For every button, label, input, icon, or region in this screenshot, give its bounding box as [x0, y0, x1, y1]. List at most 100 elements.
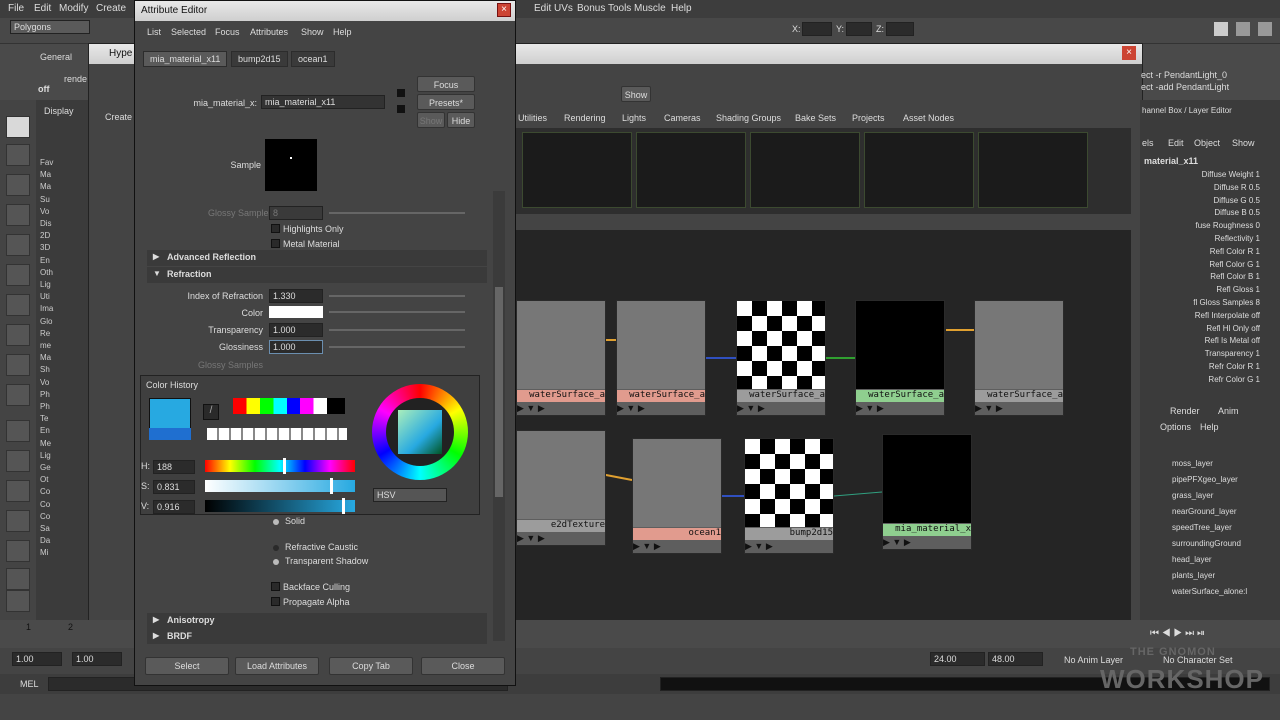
layer-tab-anim[interactable]: Anim [1218, 406, 1239, 416]
metal-material-checkbox[interactable] [271, 239, 280, 248]
shading-node[interactable]: waterSurface_a ▶ ▼ ▶ [736, 300, 826, 416]
ae-tab-ocean1[interactable]: ocean1 [291, 51, 335, 67]
create-bar-item[interactable]: Ge [40, 463, 51, 475]
single-pane-layout-icon[interactable] [6, 420, 30, 442]
create-bar-item[interactable]: Ima [40, 304, 53, 316]
soft-mod-tool-icon[interactable] [6, 324, 30, 346]
ae-output-connection-icon[interactable] [397, 105, 405, 113]
attribute-editor-toggle-icon[interactable] [1214, 22, 1228, 36]
ae-tab-bump2d15[interactable]: bump2d15 [231, 51, 288, 67]
create-bar-item[interactable]: Co [40, 512, 50, 524]
mode-select[interactable]: Polygons [10, 20, 90, 34]
create-bar-item[interactable]: Dis [40, 219, 52, 231]
glossiness-slider[interactable] [329, 346, 465, 348]
channel-box-attribute[interactable]: Diffuse B 0.5 [1140, 208, 1260, 220]
glossy-samples-slider[interactable] [329, 212, 465, 214]
ae-tab-mia-material[interactable]: mia_material_x11 [143, 51, 228, 67]
select-tool-icon[interactable] [6, 116, 30, 138]
anisotropy-section[interactable]: ▶ Anisotropy [147, 613, 487, 629]
shading-node[interactable]: bump2d15 ▶ ▼ ▶ [744, 438, 834, 554]
y-field[interactable] [846, 22, 872, 36]
ae-menu-attributes[interactable]: Attributes [250, 27, 288, 37]
ae-copy-tab-button[interactable]: Copy Tab [329, 657, 413, 675]
shelf-off-label[interactable]: off [38, 84, 50, 94]
channel-box-attribute[interactable]: Refl Interpolate off [1140, 311, 1260, 323]
channel-box-attribute[interactable]: fl Gloss Samples 8 [1140, 298, 1260, 310]
hypershade-create-tab[interactable]: Create [105, 112, 132, 122]
node-port-arrows[interactable]: ▶ ▼ ▶ [883, 537, 971, 549]
create-bar-item[interactable]: Co [40, 500, 50, 512]
ae-scrollbar-thumb[interactable] [495, 287, 503, 497]
transparency-slider[interactable] [329, 329, 465, 331]
tab-asset-nodes[interactable]: Asset Nodes [903, 113, 954, 123]
menu-edit[interactable]: Edit [34, 3, 51, 14]
shader-swatch[interactable] [978, 132, 1088, 208]
persp-graph-layout-icon[interactable] [6, 540, 30, 562]
glossiness-field[interactable]: 1.000 [269, 340, 323, 354]
menu-help[interactable]: Help [671, 3, 692, 14]
create-bar-item[interactable]: Ma [40, 170, 51, 182]
tab-utilities[interactable]: Utilities [518, 113, 547, 123]
lasso-tool-icon[interactable] [6, 144, 30, 166]
scale-tool-icon[interactable] [6, 264, 30, 286]
node-port-arrows[interactable]: ▶ ▼ ▶ [856, 403, 944, 415]
ae-load-attributes-button[interactable]: Load Attributes [235, 657, 319, 675]
channel-box-attribute[interactable]: Refl Color B 1 [1140, 272, 1260, 284]
v-field[interactable]: 0.916 [153, 500, 195, 514]
ae-input-connection-icon[interactable] [397, 89, 405, 97]
layer-menu-help[interactable]: Help [1200, 422, 1219, 432]
create-bar-item[interactable]: Ma [40, 353, 51, 365]
channel-box-attribute[interactable]: Diffuse G 0.5 [1140, 196, 1260, 208]
tab-projects[interactable]: Projects [852, 113, 885, 123]
shader-swatch[interactable] [864, 132, 974, 208]
create-bar-item[interactable]: Fav [40, 158, 53, 170]
create-bar-item[interactable]: Ph [40, 390, 50, 402]
node-port-arrows[interactable]: ▶ ▼ ▶ [617, 403, 705, 415]
color-mode-select[interactable]: HSV [373, 488, 447, 502]
s-field[interactable]: 0.831 [153, 480, 195, 494]
shading-node[interactable]: waterSurface_a ▶ ▼ ▶ [974, 300, 1064, 416]
shading-node[interactable]: e2dTexture ▶ ▼ ▶ [516, 430, 606, 546]
node-port-arrows[interactable]: ▶ ▼ ▶ [975, 403, 1063, 415]
ae-show-button[interactable]: Show [417, 112, 445, 128]
shader-swatch[interactable] [636, 132, 746, 208]
refr-color-slider[interactable] [329, 311, 465, 313]
end-frame-field[interactable]: 48.00 [988, 652, 1043, 666]
layer-menu-options[interactable]: Options [1160, 422, 1191, 432]
tab-shading-groups[interactable]: Shading Groups [716, 113, 781, 123]
refractive-caustic-radio[interactable] [273, 545, 279, 551]
ae-hide-button[interactable]: Hide [447, 112, 475, 128]
manipulator-tool-icon[interactable] [6, 294, 30, 316]
menu-edit-uvs[interactable]: Edit UVs [534, 3, 573, 14]
shading-node[interactable]: waterSurface_a ▶ ▼ ▶ [516, 300, 606, 416]
create-bar-item[interactable]: Lig [40, 280, 51, 292]
tool-settings-toggle-icon[interactable] [1236, 22, 1250, 36]
create-bar-item[interactable]: Sa [40, 524, 50, 536]
create-bar-item[interactable]: Me [40, 439, 51, 451]
cb-menu-els[interactable]: els [1142, 138, 1154, 148]
ae-menu-list[interactable]: List [147, 27, 161, 37]
create-bar-item[interactable]: Mi [40, 548, 48, 560]
channel-box-attribute[interactable]: Refl Is Metal off [1140, 336, 1260, 348]
refr-color-swatch[interactable] [269, 306, 323, 318]
ae-menu-selected[interactable]: Selected [171, 27, 206, 37]
advanced-reflection-section[interactable]: ▶ Advanced Reflection [147, 250, 487, 266]
tab-bake-sets[interactable]: Bake Sets [795, 113, 836, 123]
h-field[interactable]: 188 [153, 460, 195, 474]
menu-bonus-tools[interactable]: Bonus Tools [577, 3, 631, 14]
create-bar-item[interactable]: Ma [40, 182, 51, 194]
render-layer-item[interactable]: grass_layer [1150, 491, 1265, 505]
menu-modify[interactable]: Modify [59, 3, 88, 14]
shader-swatch[interactable] [522, 132, 632, 208]
render-layer-item[interactable]: waterSurface_alone:l [1150, 587, 1265, 601]
create-bar-item[interactable]: 2D [40, 231, 50, 243]
create-bar-item[interactable]: Te [40, 414, 48, 426]
render-layer-item[interactable]: nearGround_layer [1150, 507, 1265, 521]
muscle-tool-icon[interactable] [6, 590, 30, 612]
eyedropper-icon[interactable]: / [203, 404, 219, 420]
render-layer-item[interactable]: surroundingGround [1150, 539, 1265, 553]
render-layer-item[interactable]: pipePFXgeo_layer [1150, 475, 1265, 489]
channel-box-attribute[interactable]: Refr Color R 1 [1140, 362, 1260, 374]
create-bar-item[interactable]: Sh [40, 365, 50, 377]
ae-menu-show[interactable]: Show [301, 27, 324, 37]
